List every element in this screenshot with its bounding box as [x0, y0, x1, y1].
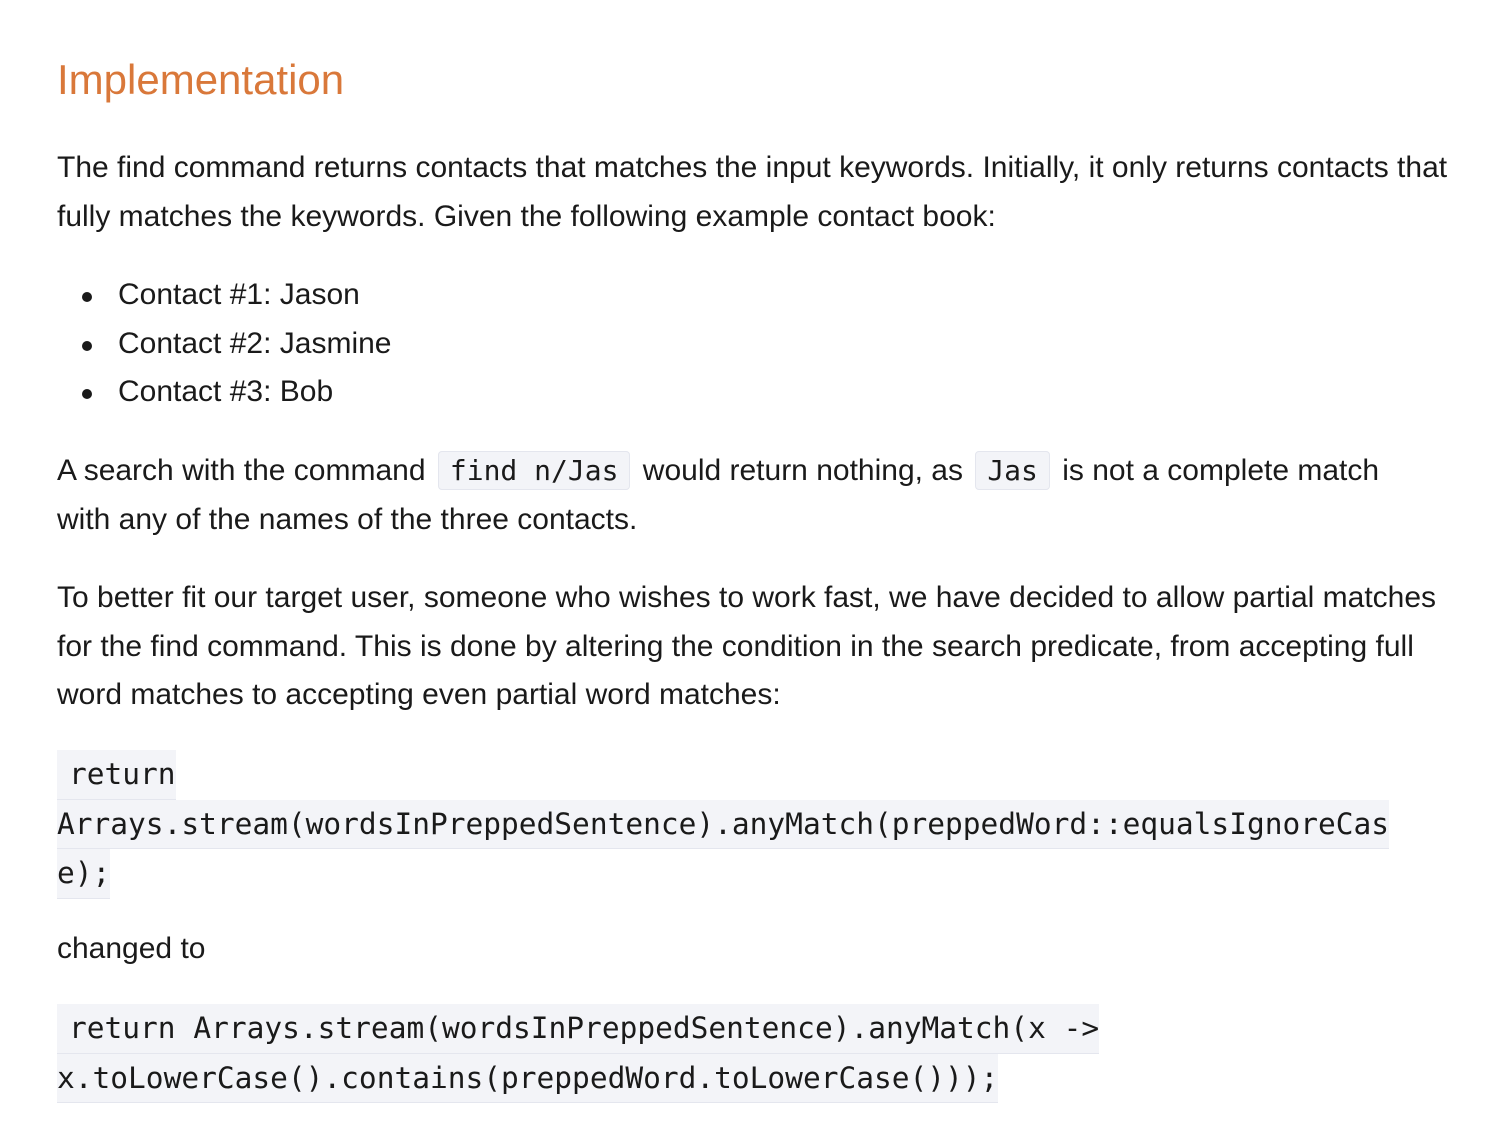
code-block-updated: return Arrays.stream(wordsInPreppedSente… [57, 1004, 1100, 1103]
section-heading: Implementation [57, 56, 345, 103]
search-text-middle: would return nothing, as [642, 454, 963, 487]
code-line: x.toLowerCase().contains(preppedWord.toL… [57, 1053, 999, 1103]
code-line: e); [57, 849, 111, 899]
inline-code-find-command: find n/Jas [437, 451, 631, 490]
contact-item-text: Contact #3: Bob [118, 375, 334, 408]
search-paragraph: A search with the command find n/Jas wou… [57, 447, 1417, 544]
code-block-original: return Arrays.stream(wordsInPreppedSente… [57, 750, 1390, 899]
contact-item-text: Contact #2: Jasmine [118, 326, 392, 360]
list-item: Contact #2: Jasmine [57, 320, 391, 369]
bullet-icon [82, 340, 92, 351]
bullet-icon [82, 292, 92, 302]
inline-code-jas: Jas [975, 451, 1050, 490]
bullet-icon [82, 389, 92, 399]
code-line: return [57, 750, 176, 800]
list-item: Contact #1: Jason [57, 271, 391, 320]
code-line: Arrays.stream(wordsInPreppedSentence).an… [57, 799, 1390, 849]
contact-item-text: Contact #1: Jason [118, 278, 360, 311]
intro-paragraph: The find command returns contacts that m… [57, 151, 1448, 233]
contact-list: Contact #1: Jason Contact #2: Jasmine Co… [57, 271, 391, 417]
changed-to-text: changed to [57, 932, 206, 965]
code-line: return Arrays.stream(wordsInPreppedSente… [57, 1004, 1100, 1054]
list-item: Contact #3: Bob [57, 368, 391, 417]
search-text-before: A search with the command [57, 454, 426, 487]
partial-match-paragraph: To better fit our target user, someone w… [57, 581, 1437, 711]
